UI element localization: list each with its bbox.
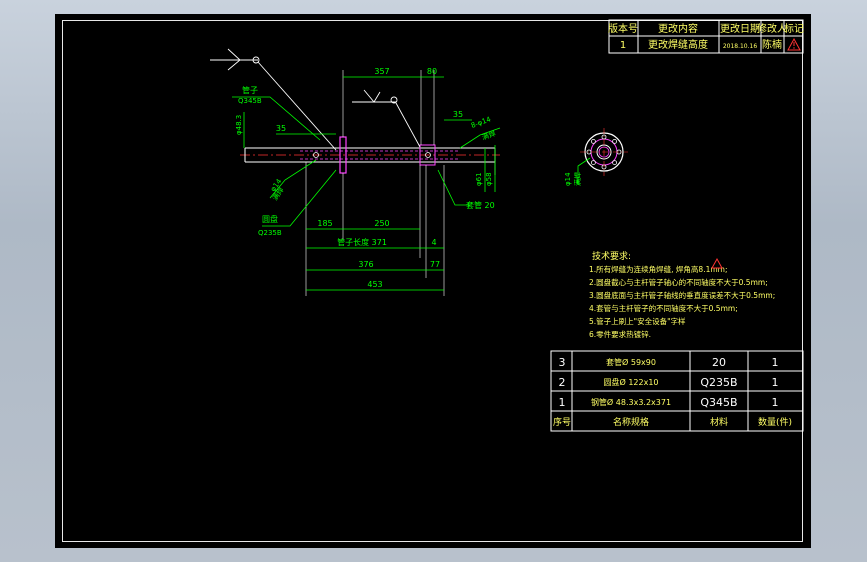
dim-376: 376 — [358, 260, 373, 269]
parts-header-material: 材料 — [710, 416, 728, 428]
warning-icon — [787, 37, 801, 51]
label-pipe-material: Q345B — [238, 97, 262, 105]
part-qty: 1 — [772, 376, 779, 389]
cad-drawing: 版本号 更改内容 更改日期 修改人 标记 1 更改焊缝高度 2018.10.16… — [210, 19, 804, 432]
label-disc-material: Q235B — [258, 229, 282, 237]
label-pipe: 管子 — [242, 85, 258, 95]
rev-row-content: 更改焊缝高度 — [648, 38, 708, 51]
tech-requirements: 技术要求: 1.所有焊缝为连续角焊缝, 焊角高8.1mm; 2.圆盘截心与主杆管… — [589, 250, 775, 339]
label-sleeve: 套管 20 — [466, 200, 495, 210]
tech-item-6: 6.零件要求热镀锌. — [589, 329, 651, 339]
parts-row-1: 1 钢管Ø 48.3x3.2x371 Q345B 1 — [559, 396, 779, 409]
label-weld-right: 满焊 — [481, 129, 497, 142]
part-material: 20 — [712, 356, 726, 369]
tech-item-3: 3.圆盘底面与主杆管子轴线的垂直度误差不大于0.5mm; — [589, 290, 775, 300]
tech-item-5: 5.管子上刷上"安全设备"字样 — [589, 316, 686, 326]
dim-48-3: φ48.3 — [235, 115, 243, 135]
part-no: 3 — [559, 356, 566, 369]
part-material: Q345B — [700, 396, 737, 409]
dim-80: 80 — [427, 67, 437, 76]
parts-header-no: 序号 — [553, 416, 571, 428]
dim-77: 77 — [430, 260, 440, 269]
dim-61: φ61 — [475, 172, 483, 186]
dim-58: φ58 — [485, 172, 493, 186]
extension-lines — [305, 70, 496, 296]
part-name: 套管Ø 59x90 — [606, 357, 656, 367]
label-weld-section: 满焊 — [573, 172, 582, 186]
parts-header-name: 名称规格 — [613, 416, 649, 428]
dim-4: 4 — [431, 238, 436, 247]
part-no: 1 — [559, 396, 566, 409]
part-no: 2 — [559, 376, 566, 389]
rev-row-date: 2018.10.16 — [723, 43, 758, 50]
dim-35-right: 35 — [453, 110, 463, 119]
parts-row-3: 3 套管Ø 59x90 20 1 — [559, 356, 779, 369]
rev-row-person: 陈楠 — [762, 38, 782, 51]
dim-14-section: φ14 — [564, 172, 572, 186]
rev-header-mark: 标记 — [784, 23, 804, 35]
tech-item-4: 4.套管与主杆管子的不同轴度不大于0.5mm; — [589, 303, 738, 313]
tech-item-1: 1.所有焊缝为连续角焊缝, 焊角高8.1mm; — [589, 264, 728, 274]
weld-symbol-right — [352, 89, 421, 148]
part-material: Q235B — [700, 376, 737, 389]
rev-header-version: 版本号 — [608, 22, 638, 35]
dim-357: 357 — [374, 67, 389, 76]
label-disc: 圆盘 — [262, 214, 278, 224]
section-view — [577, 128, 628, 185]
dim-185: 185 — [317, 219, 332, 228]
rev-header-date: 更改日期 — [720, 22, 760, 35]
dim-8-14: 8-φ14 — [470, 115, 493, 130]
parts-row-2: 2 圆盘Ø 122x10 Q235B 1 — [559, 376, 779, 389]
part-qty: 1 — [772, 396, 779, 409]
dim-250: 250 — [374, 219, 389, 228]
parts-header-qty: 数量(件) — [758, 416, 792, 428]
dim-pipe-length: 管子长度 371 — [337, 237, 387, 247]
part-qty: 1 — [772, 356, 779, 369]
rev-header-person: 修改人 — [757, 22, 787, 35]
part-name: 钢管Ø 48.3x3.2x371 — [591, 397, 671, 407]
dim-453: 453 — [367, 280, 382, 289]
parts-header-row: 序号 名称规格 材料 数量(件) — [553, 416, 792, 428]
rev-row-version: 1 — [620, 40, 626, 51]
part-name: 圆盘Ø 122x10 — [603, 377, 658, 387]
rev-header-content: 更改内容 — [658, 22, 698, 35]
tech-title: 技术要求: — [592, 250, 631, 262]
tech-item-2: 2.圆盘截心与主杆管子轴心的不同轴度不大于0.5mm; — [589, 277, 768, 287]
dim-35-left: 35 — [276, 124, 286, 133]
